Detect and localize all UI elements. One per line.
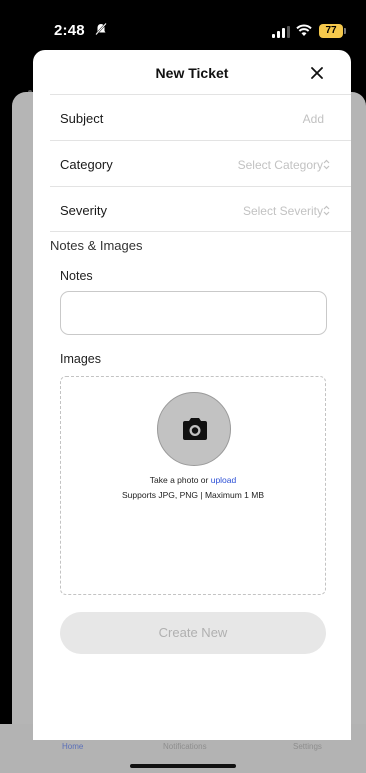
- sheet-title: New Ticket: [155, 65, 229, 81]
- images-label: Images: [60, 352, 101, 366]
- chevron-updown-icon: [323, 205, 330, 216]
- create-new-button[interactable]: Create New: [60, 612, 326, 654]
- close-icon[interactable]: [311, 67, 323, 79]
- notes-label: Notes: [60, 269, 93, 283]
- signal-icon: [272, 26, 290, 38]
- wifi-icon: [296, 24, 312, 36]
- tab-home: Home: [62, 742, 84, 751]
- sheet-header: New Ticket: [33, 50, 351, 94]
- home-indicator: [130, 764, 236, 768]
- new-ticket-sheet: New Ticket Subject Add Category Select C…: [33, 50, 351, 740]
- subject-label: Subject: [60, 111, 104, 126]
- tab-settings: Settings: [293, 742, 322, 751]
- tab-notifications: Notifications: [163, 742, 207, 751]
- dropzone-instructions: Take a photo or upload: [61, 475, 325, 485]
- severity-label: Severity: [60, 203, 107, 218]
- severity-select[interactable]: Select Severity: [243, 204, 323, 218]
- subject-row[interactable]: Subject Add: [50, 94, 351, 140]
- image-dropzone[interactable]: Take a photo or upload Supports JPG, PNG…: [60, 376, 326, 595]
- notes-input[interactable]: [60, 291, 327, 335]
- category-label: Category: [60, 157, 113, 172]
- dropzone-file-requirements: Supports JPG, PNG | Maximum 1 MB: [121, 490, 265, 500]
- section-title-notes-images: Notes & Images: [50, 238, 143, 253]
- dropzone-text: Take a photo or: [149, 475, 211, 485]
- upload-link[interactable]: upload: [211, 475, 237, 485]
- category-select[interactable]: Select Category: [238, 158, 323, 172]
- camera-icon: [183, 418, 207, 440]
- severity-row[interactable]: Severity Select Severity: [50, 186, 351, 232]
- chevron-updown-icon: [323, 159, 330, 170]
- subject-value[interactable]: Add: [303, 112, 324, 126]
- battery-indicator: 77: [319, 24, 346, 38]
- category-row[interactable]: Category Select Category: [50, 140, 351, 186]
- status-bar: 2:48 77: [0, 0, 366, 44]
- take-photo-button[interactable]: [157, 392, 231, 466]
- status-time: 2:48: [54, 22, 85, 39]
- mute-icon: [95, 22, 107, 36]
